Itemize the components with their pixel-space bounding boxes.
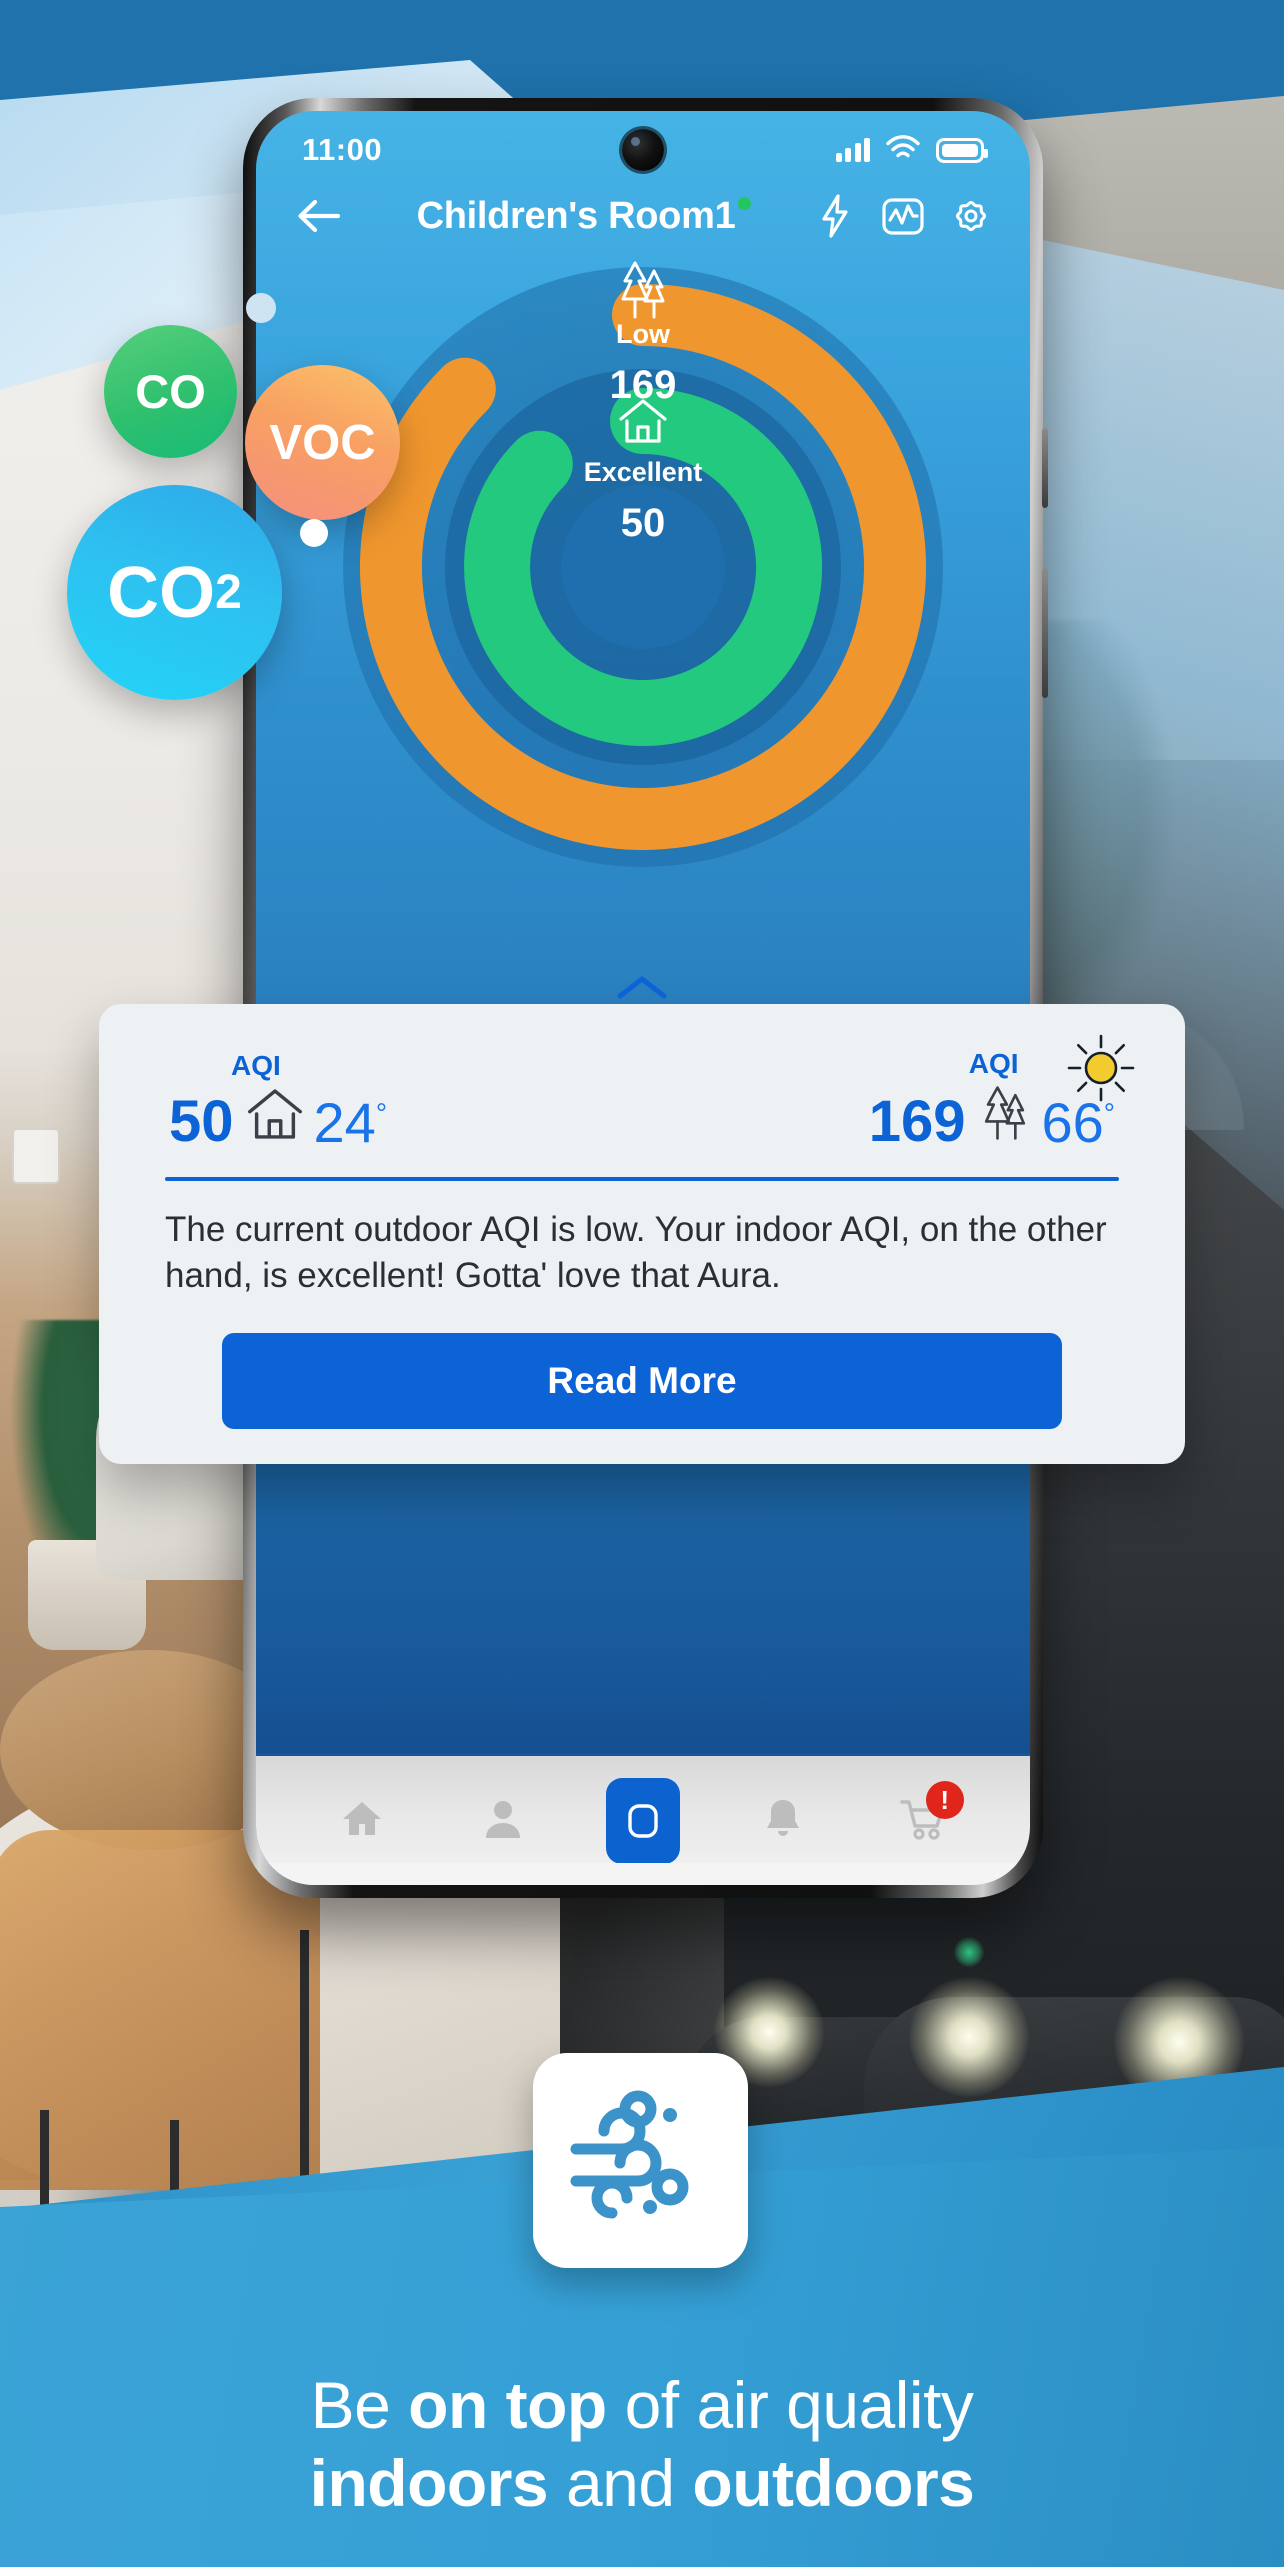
status-badge [738, 196, 752, 210]
nav-item-device[interactable] [601, 1777, 685, 1864]
chart-activity-icon[interactable] [880, 193, 926, 239]
gauge-indoor-value: 50 [620, 501, 666, 545]
bubble-co-label: CO [135, 365, 206, 418]
tagline-line-2: indoors and outdoors [309, 2446, 975, 2521]
traffic-light-green [954, 1937, 984, 1967]
battery-icon [936, 137, 988, 163]
tagline-line-1: Be on top of air quality [310, 2368, 974, 2443]
promo-screenshot: 11:00 Children's Room1 Low 169 Excellent… [0, 0, 1284, 2567]
outdoor-temperature: 66° [1041, 1091, 1116, 1154]
front-camera [622, 129, 664, 171]
room-name: Children's Room1 [416, 194, 736, 237]
outdoor-aqi-caption: AQI [968, 1048, 1019, 1079]
aqi-description: The current outdoor AQI is low. Your ind… [165, 1210, 1107, 1296]
outdoor-aqi-readout: AQI 169 66° [868, 1048, 1116, 1154]
marketing-tagline: Be on top of air quality indoors and out… [0, 2367, 1284, 2523]
chair-leg [300, 1930, 309, 2180]
bubble-co: CO [104, 325, 237, 458]
app-logo-tile [533, 2053, 748, 2268]
nav-item-home[interactable] [320, 1779, 404, 1863]
gauge-rings: Low 169 Excellent 50 [343, 261, 943, 867]
trees-icon [976, 1082, 1034, 1149]
back-arrow-icon[interactable] [292, 189, 346, 243]
decorative-dot [246, 293, 276, 323]
home-icon [339, 1795, 385, 1846]
chevron-up-icon[interactable] [614, 972, 670, 1007]
nav-item-alerts[interactable] [741, 1779, 825, 1863]
gauge-indoor-label: Excellent [583, 457, 703, 487]
decorative-dot [300, 519, 328, 547]
bottom-navigation: ! [256, 1753, 1030, 1885]
indoor-temperature: 24° [313, 1091, 388, 1154]
indoor-aqi-caption: AQI [231, 1050, 281, 1081]
wall-switch [12, 1128, 60, 1184]
gear-icon[interactable] [948, 193, 994, 239]
aqi-gauge: Low 169 Excellent 50 [256, 247, 1030, 887]
divider [165, 1177, 1119, 1181]
page-title: Children's Room1 [356, 195, 802, 238]
person-icon [480, 1795, 526, 1846]
trees-icon [614, 257, 672, 328]
bubble-co2: CO 2 [67, 485, 282, 700]
gauge-outdoor-label: Low [616, 319, 670, 349]
indoor-aqi-readout: AQI 50 24° [169, 1050, 388, 1154]
gesture-bar [256, 1863, 1030, 1885]
wind-air-icon [566, 2083, 716, 2238]
headlight [909, 1977, 1029, 2097]
aqi-summary-card: AQI 50 24° AQI 169 66° The current outdo… [99, 976, 1185, 1464]
bubble-co2-label: CO [107, 552, 216, 633]
bubble-co2-subscript: 2 [215, 566, 242, 619]
outdoor-aqi-value: 169 [868, 1089, 966, 1154]
read-more-button[interactable]: Read More [222, 1333, 1062, 1430]
bell-icon [761, 1795, 805, 1846]
nav-item-profile[interactable] [461, 1779, 545, 1863]
aqi-readout-row: AQI 50 24° AQI 169 66° [151, 1024, 1133, 1151]
signal-icon [835, 138, 870, 162]
device-icon [605, 1777, 680, 1864]
wifi-icon [886, 134, 920, 166]
status-clock: 11:00 [302, 132, 383, 167]
cart-badge: ! [925, 1780, 964, 1819]
app-header: Children's Room1 [256, 175, 1030, 243]
header-actions [812, 193, 994, 239]
bubble-voc: VOC [245, 365, 400, 520]
nav-item-cart[interactable]: ! [882, 1779, 966, 1863]
house-icon [244, 1084, 306, 1149]
lightning-bolt-icon[interactable] [812, 193, 858, 239]
indoor-aqi-value: 50 [169, 1089, 234, 1154]
bubble-voc-label: VOC [269, 415, 376, 470]
house-icon [616, 395, 670, 452]
status-icon-group [835, 134, 988, 166]
